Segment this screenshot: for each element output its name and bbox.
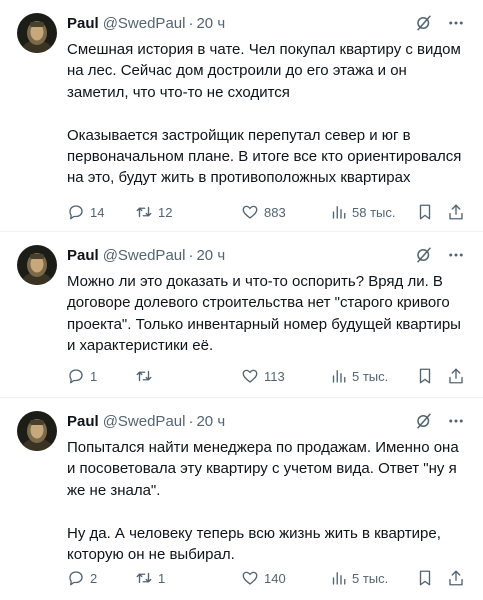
grok-icon[interactable]: [415, 14, 433, 32]
tweet-paragraph: Попытался найти менеджера по продажам. И…: [67, 439, 459, 499]
tweet-content: Paul @SwedPaul · 20 ч Можно ли это доказ…: [67, 245, 465, 357]
grok-icon[interactable]: [415, 246, 433, 264]
tweet[interactable]: Paul @SwedPaul · 20 ч Попытался найти ме…: [0, 398, 483, 600]
views-icon: [332, 572, 346, 585]
header-icons: [415, 13, 465, 33]
reply-button[interactable]: 1: [67, 366, 97, 386]
views-button[interactable]: 5 тыс.: [329, 366, 388, 386]
header-icons: [415, 411, 465, 431]
reply-count: 14: [90, 204, 105, 220]
views-button[interactable]: 58 тыс.: [329, 202, 395, 222]
author-name[interactable]: Paul: [67, 413, 99, 430]
avatar-image: [17, 411, 57, 451]
like-button[interactable]: 140: [241, 568, 286, 588]
retweet-icon: [136, 370, 152, 382]
avatar[interactable]: [17, 13, 57, 53]
avatar[interactable]: [17, 411, 57, 451]
tweet-paragraph: Ну да. А человеку теперь всю жизнь жить …: [67, 524, 441, 564]
author-handle[interactable]: @SwedPaul: [103, 413, 186, 430]
avatar-image: [17, 245, 57, 285]
tweet-paragraph: Можно ли это доказать и что-то оспорить?…: [67, 273, 461, 355]
tweet-content: Paul @SwedPaul · 20 ч Смешная история в …: [67, 13, 465, 189]
separator-dot: ·: [188, 14, 194, 32]
tweet-content: Paul @SwedPaul · 20 ч Попытался найти ме…: [67, 411, 465, 565]
reply-icon: [69, 205, 83, 220]
timestamp[interactable]: 20 ч: [196, 247, 225, 264]
grok-icon[interactable]: [415, 412, 433, 430]
avatar-image: [17, 13, 57, 53]
views-icon: [332, 206, 346, 219]
bookmark-icon: [419, 570, 431, 586]
share-button[interactable]: [447, 202, 465, 222]
bookmark-button[interactable]: [416, 202, 434, 222]
retweet-button[interactable]: 1: [135, 568, 165, 588]
author-handle[interactable]: @SwedPaul: [103, 15, 186, 32]
tweet-thread: Paul @SwedPaul · 20 ч Смешная история в …: [0, 0, 483, 600]
action-bar: 14 12 883 58 тыс.: [67, 202, 465, 222]
like-count: 883: [264, 204, 286, 220]
reply-button[interactable]: 2: [67, 568, 97, 588]
share-icon: [449, 368, 463, 384]
tweet-text: Можно ли это доказать и что-то оспорить?…: [67, 271, 465, 357]
like-icon: [242, 369, 258, 383]
like-button[interactable]: 113: [241, 366, 285, 386]
header-icons: [415, 245, 465, 265]
like-count: 113: [264, 368, 285, 384]
author-name[interactable]: Paul: [67, 247, 99, 264]
share-icon: [449, 204, 463, 220]
author-handle[interactable]: @SwedPaul: [103, 247, 186, 264]
bookmark-icon: [419, 368, 431, 384]
author-name[interactable]: Paul: [67, 15, 99, 32]
reply-icon: [69, 571, 83, 586]
share-icon: [449, 570, 463, 586]
bookmark-button[interactable]: [416, 568, 434, 588]
tweet-text: Попытался найти менеджера по продажам. И…: [67, 437, 465, 565]
like-count: 140: [264, 570, 286, 586]
action-bar: 2 1 140 5 тыс.: [67, 568, 465, 588]
tweet-paragraph: Смешная история в чате. Чел покупал квар…: [67, 41, 461, 101]
retweet-button[interactable]: 12: [135, 202, 172, 222]
like-icon: [242, 571, 258, 585]
more-icon[interactable]: [447, 14, 465, 32]
more-icon[interactable]: [447, 412, 465, 430]
views-icon: [332, 370, 346, 383]
tweet-paragraph: Оказывается застройщик перепутал север и…: [67, 126, 462, 187]
avatar[interactable]: [17, 245, 57, 285]
bookmark-button[interactable]: [416, 366, 434, 386]
retweet-button[interactable]: [135, 366, 158, 386]
retweet-icon: [136, 572, 152, 584]
like-icon: [242, 205, 258, 219]
tweet[interactable]: Paul @SwedPaul · 20 ч Смешная история в …: [0, 0, 483, 232]
tweet-header: Paul @SwedPaul · 20 ч: [67, 13, 465, 33]
timestamp[interactable]: 20 ч: [196, 15, 225, 32]
share-button[interactable]: [447, 568, 465, 588]
more-icon[interactable]: [447, 246, 465, 264]
reply-button[interactable]: 14: [67, 202, 104, 222]
reply-count: 1: [90, 368, 98, 384]
tweet-text: Смешная история в чате. Чел покупал квар…: [67, 39, 465, 189]
retweet-icon: [136, 206, 152, 218]
tweet-header: Paul @SwedPaul · 20 ч: [67, 411, 465, 431]
retweet-count: 12: [158, 204, 173, 220]
reply-count: 2: [90, 570, 98, 586]
tweet-header: Paul @SwedPaul · 20 ч: [67, 245, 465, 265]
reply-icon: [69, 369, 83, 384]
views-count: 58 тыс.: [352, 204, 396, 220]
retweet-count: 1: [158, 570, 166, 586]
tweet[interactable]: Paul @SwedPaul · 20 ч Можно ли это доказ…: [0, 232, 483, 398]
views-count: 5 тыс.: [352, 570, 389, 586]
views-count: 5 тыс.: [352, 368, 389, 384]
separator-dot: ·: [188, 246, 194, 264]
like-button[interactable]: 883: [241, 202, 286, 222]
action-bar: 1 113 5 тыс.: [67, 366, 465, 386]
share-button[interactable]: [447, 366, 465, 386]
bookmark-icon: [419, 204, 431, 220]
separator-dot: ·: [188, 412, 194, 430]
timestamp[interactable]: 20 ч: [196, 413, 225, 430]
views-button[interactable]: 5 тыс.: [329, 568, 388, 588]
